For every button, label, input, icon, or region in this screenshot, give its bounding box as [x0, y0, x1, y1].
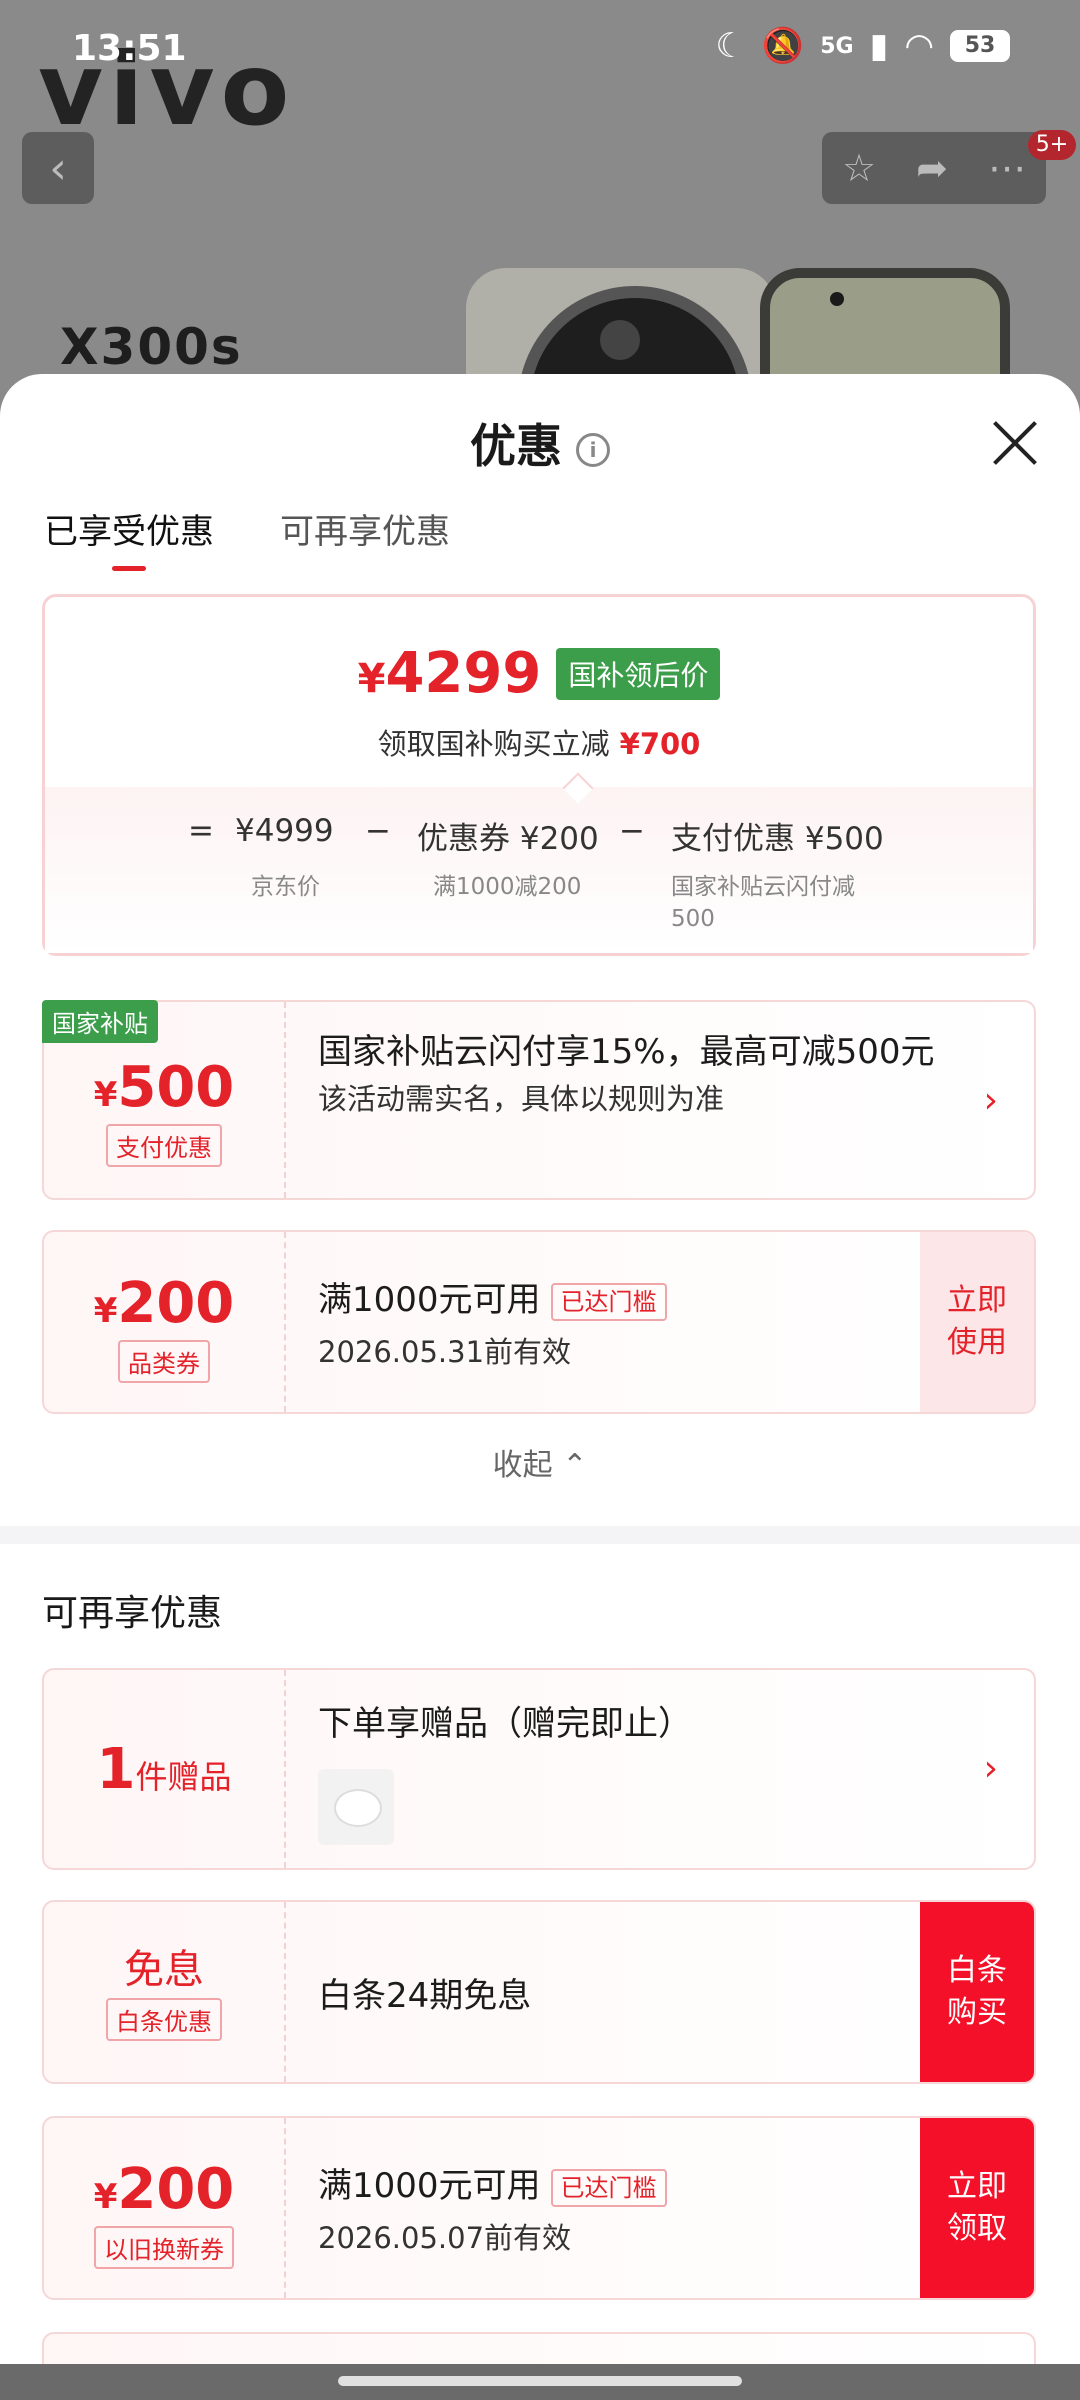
baitiao-label: 白条优惠	[106, 1998, 222, 2041]
national-subsidy-flag: 国家补贴	[42, 1000, 158, 1043]
coupon-expiry: 2026.05.31前有效	[318, 1335, 572, 1369]
mute-icon: 🔕	[761, 26, 805, 66]
tab-enjoyed[interactable]: 已享受优惠	[44, 504, 214, 571]
breakdown-op: −	[365, 813, 391, 849]
coupon-type-label: 以旧换新券	[94, 2226, 234, 2269]
next-card-partial	[42, 2332, 1036, 2364]
breakdown-op: −	[619, 813, 645, 849]
price-tag: 国补领后价	[556, 647, 721, 700]
network-label: 5G	[820, 33, 854, 59]
home-indicator[interactable]	[338, 2376, 742, 2386]
payment-discount-card[interactable]: ¥500 支付优惠 国家补贴云闪付享15%，最高可减500元 该活动需实名，具体…	[42, 1000, 1036, 1200]
interest-free-title: 白条24期免息	[318, 1976, 532, 2016]
share-icon[interactable]: ➦	[916, 146, 948, 190]
top-actions: ☆ ➦ ⋯	[822, 132, 1046, 204]
breakdown-value: 支付优惠 ¥500	[671, 821, 884, 857]
gift-count: 1件赠品	[96, 1737, 232, 1802]
breakdown-value: 优惠券 ¥200	[417, 821, 599, 857]
battery-icon: 53	[950, 30, 1010, 62]
coupon-title: 满1000元可用	[318, 1280, 541, 1320]
summary-subtitle: 领取国补购买立减 ¥700	[377, 727, 701, 761]
star-icon[interactable]: ☆	[842, 146, 876, 190]
more-discounts-title: 可再享优惠	[42, 1593, 223, 1634]
back-icon: ‹	[49, 142, 67, 194]
final-price: ¥4299	[357, 641, 542, 706]
trade-in-coupon-card: ¥200 以旧换新券 满1000元可用 已达门槛 2026.05.07前有效 立即…	[42, 2116, 1036, 2300]
discount-title: 国家补贴云闪付享15%，最高可减500元	[318, 1032, 935, 1072]
price-breakdown: = ¥4999 京东价 − 优惠券 ¥200 满1000减200 − 支付优惠 …	[45, 787, 1033, 953]
discount-amount: ¥500	[93, 1055, 235, 1120]
coupon-amount: ¥200	[93, 2157, 235, 2222]
sheet-title-row: 优惠 i	[0, 410, 1080, 476]
info-icon[interactable]: i	[576, 432, 610, 467]
section-divider	[0, 1526, 1080, 1544]
chevron-right-icon: ›	[983, 1080, 998, 1121]
threshold-tag: 已达门槛	[550, 1282, 667, 1321]
use-now-button[interactable]: 立即使用	[920, 1232, 1034, 1412]
sheet-title: 优惠	[470, 419, 562, 473]
signal-icon: ▮	[869, 26, 889, 66]
claim-now-button[interactable]: 立即领取	[920, 2118, 1034, 2298]
more-icon[interactable]: ⋯	[988, 146, 1026, 190]
back-button[interactable]: ‹	[22, 132, 94, 204]
moon-icon: ☾	[715, 26, 746, 66]
discount-desc: 该活动需实名，具体以规则为准	[318, 1082, 725, 1116]
status-time: 13:51	[72, 28, 187, 69]
coupon-amount: ¥200	[93, 1271, 235, 1336]
wifi-icon: ◠	[904, 26, 934, 66]
chevron-right-icon: ›	[983, 1748, 998, 1789]
coupon-title: 满1000元可用	[318, 2166, 541, 2206]
coupon-expiry: 2026.05.07前有效	[318, 2221, 572, 2255]
tab-bar: 已享受优惠 可再享优惠	[44, 504, 450, 571]
breakdown-value: ¥4999	[235, 813, 334, 849]
notification-badge: 5+	[1028, 130, 1076, 160]
model-name: X300s	[60, 318, 243, 376]
breakdown-sub: 国家补贴云闪付减 500	[671, 874, 855, 932]
gift-title: 下单享赠品（赠完即止）	[318, 1704, 692, 1744]
collapse-button[interactable]: 收起 ⌃	[0, 1440, 1080, 1484]
breakdown-op: =	[188, 813, 214, 849]
coupon-type-label: 品类券	[118, 1340, 210, 1383]
interest-free-card: 免息 白条优惠 白条24期免息 白条购买	[42, 1900, 1036, 2084]
tab-more-discounts[interactable]: 可再享优惠	[280, 504, 450, 571]
interest-free-label: 免息	[124, 1947, 204, 1993]
discount-sheet: 优惠 i 已享受优惠 可再享优惠 ¥4299 国补领后价 领取国补购买立减 ¥700…	[0, 374, 1080, 2364]
status-bar: 13:51 ☾ 🔕 5G ▮ ◠ 53	[0, 0, 1080, 90]
discount-type-label: 支付优惠	[106, 1124, 222, 1167]
gift-thumbnail	[318, 1769, 394, 1845]
price-summary-card: ¥4299 国补领后价 领取国补购买立减 ¥700 = ¥4999 京东价 − 优…	[42, 594, 1036, 956]
baitiao-buy-button[interactable]: 白条购买	[920, 1902, 1034, 2082]
breakdown-sub: 满1000减200	[433, 874, 582, 900]
breakdown-sub: 京东价	[251, 874, 320, 900]
gift-card[interactable]: 1件赠品 下单享赠品（赠完即止） ›	[42, 1668, 1036, 1870]
chevron-up-icon: ⌃	[562, 1448, 588, 1483]
close-icon[interactable]	[990, 418, 1040, 468]
category-coupon-card: ¥200 品类券 满1000元可用 已达门槛 2026.05.31前有效 立即使用	[42, 1230, 1036, 1414]
threshold-tag: 已达门槛	[550, 2168, 667, 2207]
